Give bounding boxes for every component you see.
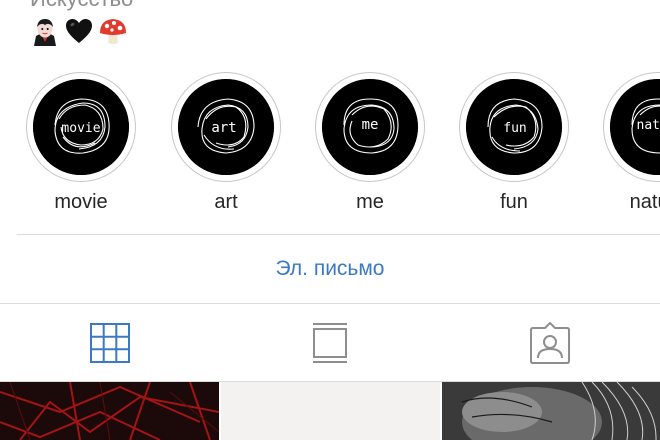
grid-icon — [90, 322, 130, 363]
scribble-circle-icon: fun — [466, 79, 562, 175]
highlight-cover-text: me — [362, 117, 379, 133]
highlight-label: art — [214, 191, 238, 213]
highlight-fun[interactable]: fun fun — [457, 72, 571, 214]
highlight-ring: nature — [603, 72, 660, 182]
black-heart-emoji-icon — [66, 19, 92, 43]
highlight-label: me — [356, 191, 384, 213]
profile-tabs — [0, 304, 660, 382]
profile-screen: Искусство — [0, 0, 660, 440]
email-button[interactable]: Эл. письмо — [0, 255, 660, 283]
posts-grid — [0, 382, 660, 440]
highlight-label: nature — [629, 191, 660, 213]
vampire-emoji-icon — [34, 19, 56, 46]
highlight-nature[interactable]: nature nature — [601, 72, 660, 214]
highlight-cover-text: movie — [61, 121, 100, 136]
scribble-circle-icon: me — [322, 79, 418, 175]
mushroom-emoji-icon — [100, 19, 126, 44]
highlight-cover-text: art — [211, 120, 236, 136]
highlight-cover-text: fun — [503, 121, 526, 136]
tagged-icon — [530, 321, 570, 364]
feed-icon — [313, 322, 347, 363]
highlight-ring: art — [171, 72, 281, 182]
tab-grid[interactable] — [0, 304, 220, 381]
highlight-movie[interactable]: movie movie — [24, 72, 138, 214]
post-thumbnail[interactable] — [442, 382, 660, 440]
post-thumbnail[interactable] — [0, 382, 219, 440]
highlight-label: fun — [500, 191, 528, 213]
bio-emoji-row — [30, 14, 128, 48]
divider — [17, 234, 660, 235]
highlight-cover-text: nature — [637, 118, 660, 133]
tab-feed[interactable] — [220, 304, 440, 381]
scribble-circle-icon: art — [178, 79, 274, 175]
scribble-circle-icon: movie — [33, 79, 129, 175]
scribble-circle-icon: nature — [610, 79, 660, 175]
highlight-label: movie — [54, 191, 108, 213]
highlight-me[interactable]: me me — [313, 72, 427, 214]
story-highlights: movie movie art art me me fun fun nat na… — [0, 72, 660, 222]
highlight-ring: movie — [26, 72, 136, 182]
profile-category: Искусство — [30, 0, 133, 12]
highlight-art[interactable]: art art — [169, 72, 283, 214]
highlight-ring: fun — [459, 72, 569, 182]
post-thumbnail[interactable] — [221, 382, 440, 440]
highlight-ring: me — [315, 72, 425, 182]
tab-tagged[interactable] — [440, 304, 660, 381]
